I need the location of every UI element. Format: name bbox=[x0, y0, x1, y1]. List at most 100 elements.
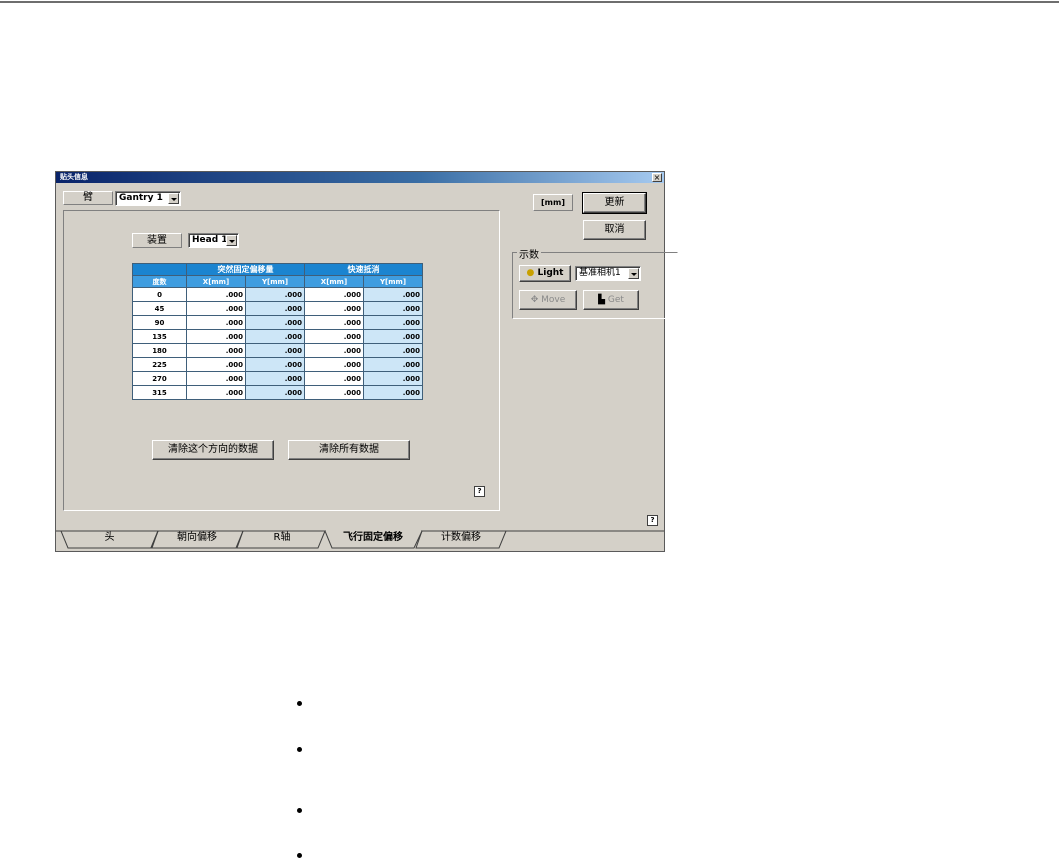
offset-value-cell[interactable]: .000 bbox=[245, 343, 305, 358]
help-icon[interactable]: ? bbox=[474, 486, 485, 497]
bullet-marker bbox=[297, 747, 302, 752]
table-row: 45.000.000.000.000 bbox=[132, 301, 423, 316]
offset-value-cell[interactable]: .000 bbox=[304, 371, 364, 386]
get-button[interactable]: ▙ Get bbox=[583, 290, 639, 310]
window-title: 贴头信息 bbox=[56, 172, 664, 183]
light-button-label: Light bbox=[537, 268, 564, 278]
degree-cell: 45 bbox=[132, 301, 187, 316]
degree-header: 度数 bbox=[132, 275, 187, 288]
offset-value-cell[interactable]: .000 bbox=[363, 287, 423, 302]
degree-cell: 315 bbox=[132, 385, 187, 400]
degree-cell: 135 bbox=[132, 329, 187, 344]
clear-all-button[interactable]: 清除所有数据 bbox=[288, 440, 410, 460]
close-icon[interactable]: × bbox=[652, 173, 662, 182]
table-row: 90.000.000.000.000 bbox=[132, 315, 423, 330]
unit-label: [mm] bbox=[533, 194, 573, 211]
offset-value-cell[interactable]: .000 bbox=[186, 329, 246, 344]
teach-group: 示数 ● Light 基准相机1 ✥ Move ▙ Get bbox=[512, 246, 678, 319]
move-icon: ✥ bbox=[530, 295, 539, 305]
lightbulb-icon: ● bbox=[526, 268, 535, 278]
offset-value-cell[interactable]: .000 bbox=[304, 329, 364, 344]
tab-head[interactable]: 头 bbox=[68, 530, 151, 548]
offset-value-cell[interactable]: .000 bbox=[245, 329, 305, 344]
degree-cell: 0 bbox=[132, 287, 187, 302]
device-label: 装置 bbox=[132, 233, 182, 248]
degree-cell: 180 bbox=[132, 343, 187, 358]
group-header: 快速抵消 bbox=[304, 263, 423, 276]
offset-value-cell[interactable]: .000 bbox=[186, 371, 246, 386]
tab-orientation-offset[interactable]: 朝向偏移 bbox=[156, 530, 238, 548]
move-button[interactable]: ✥ Move bbox=[519, 290, 577, 310]
column-header: X[mm] bbox=[304, 275, 364, 288]
column-header: X[mm] bbox=[186, 275, 246, 288]
tab-bar: 头 朝向偏移 R轴 飞行固定偏移 计数偏移 bbox=[56, 528, 664, 552]
offset-value-cell[interactable]: .000 bbox=[245, 357, 305, 372]
top-divider bbox=[0, 1, 1059, 3]
get-icon: ▙ bbox=[598, 295, 605, 305]
arm-label: 臂 bbox=[63, 191, 113, 205]
offset-value-cell[interactable]: .000 bbox=[363, 343, 423, 358]
offset-value-cell[interactable]: .000 bbox=[363, 371, 423, 386]
offset-value-cell[interactable]: .000 bbox=[363, 301, 423, 316]
chevron-down-icon[interactable] bbox=[168, 193, 179, 204]
offset-value-cell[interactable]: .000 bbox=[304, 357, 364, 372]
offset-value-cell[interactable]: .000 bbox=[186, 287, 246, 302]
tab-flying-fixed-offset[interactable]: 飞行固定偏移 bbox=[330, 530, 416, 548]
offset-value-cell[interactable]: .000 bbox=[304, 301, 364, 316]
offset-value-cell[interactable]: .000 bbox=[186, 357, 246, 372]
column-header: Y[mm] bbox=[363, 275, 423, 288]
bullet-marker bbox=[297, 808, 302, 813]
update-button[interactable]: 更新 bbox=[582, 192, 647, 214]
arm-select-value: Gantry 1 bbox=[119, 193, 163, 203]
bullet-marker bbox=[297, 853, 302, 858]
offset-value-cell[interactable]: .000 bbox=[304, 287, 364, 302]
help-icon[interactable]: ? bbox=[647, 515, 658, 526]
chevron-down-icon[interactable] bbox=[226, 235, 237, 246]
degree-cell: 270 bbox=[132, 371, 187, 386]
table-row: 135.000.000.000.000 bbox=[132, 329, 423, 344]
degree-cell: 225 bbox=[132, 357, 187, 372]
offset-table: 突然固定偏移量 快速抵消 度数 X[mm] Y[mm] X[mm] Y[mm] … bbox=[132, 263, 423, 400]
offset-value-cell[interactable]: .000 bbox=[186, 315, 246, 330]
offset-value-cell[interactable]: .000 bbox=[245, 301, 305, 316]
offset-value-cell[interactable]: .000 bbox=[245, 315, 305, 330]
degree-cell: 90 bbox=[132, 315, 187, 330]
move-button-label: Move bbox=[541, 295, 566, 305]
device-select[interactable]: Head 1 bbox=[188, 233, 239, 248]
offset-value-cell[interactable]: .000 bbox=[304, 343, 364, 358]
arm-select[interactable]: Gantry 1 bbox=[115, 191, 181, 206]
offset-value-cell[interactable]: .000 bbox=[363, 385, 423, 400]
offset-value-cell[interactable]: .000 bbox=[304, 385, 364, 400]
table-row: 225.000.000.000.000 bbox=[132, 357, 423, 372]
teach-legend: 示数 bbox=[517, 246, 541, 261]
chevron-down-icon[interactable] bbox=[628, 268, 639, 279]
offset-value-cell[interactable]: .000 bbox=[363, 357, 423, 372]
table-row: 270.000.000.000.000 bbox=[132, 371, 423, 386]
head-info-dialog: 贴头信息 × 臂 Gantry 1 装置 Head 1 突然固定偏移量 快速抵消… bbox=[55, 171, 678, 552]
table-row: 180.000.000.000.000 bbox=[132, 343, 423, 358]
offset-panel: 装置 Head 1 突然固定偏移量 快速抵消 度数 X[mm] Y[mm] X[… bbox=[63, 210, 500, 511]
tab-r-axis[interactable]: R轴 bbox=[242, 530, 322, 548]
light-button[interactable]: ● Light bbox=[519, 265, 571, 282]
offset-value-cell[interactable]: .000 bbox=[245, 371, 305, 386]
camera-select-value: 基准相机1 bbox=[579, 268, 621, 278]
offset-value-cell[interactable]: .000 bbox=[304, 315, 364, 330]
group-header: 突然固定偏移量 bbox=[186, 263, 305, 276]
column-header: Y[mm] bbox=[245, 275, 305, 288]
offset-value-cell[interactable]: .000 bbox=[245, 385, 305, 400]
table-row: 0.000.000.000.000 bbox=[132, 287, 423, 302]
offset-value-cell[interactable]: .000 bbox=[186, 385, 246, 400]
offset-value-cell[interactable]: .000 bbox=[363, 315, 423, 330]
offset-value-cell[interactable]: .000 bbox=[186, 301, 246, 316]
offset-value-cell[interactable]: .000 bbox=[186, 343, 246, 358]
bullet-marker bbox=[297, 701, 302, 706]
tab-count-offset[interactable]: 计数偏移 bbox=[420, 530, 502, 548]
clear-direction-button[interactable]: 清除这个方向的数据 bbox=[152, 440, 274, 460]
device-select-value: Head 1 bbox=[192, 235, 228, 245]
table-corner bbox=[132, 263, 187, 276]
offset-value-cell[interactable]: .000 bbox=[363, 329, 423, 344]
offset-value-cell[interactable]: .000 bbox=[245, 287, 305, 302]
camera-select[interactable]: 基准相机1 bbox=[575, 266, 641, 281]
table-row: 315.000.000.000.000 bbox=[132, 385, 423, 400]
cancel-button[interactable]: 取消 bbox=[583, 220, 646, 240]
